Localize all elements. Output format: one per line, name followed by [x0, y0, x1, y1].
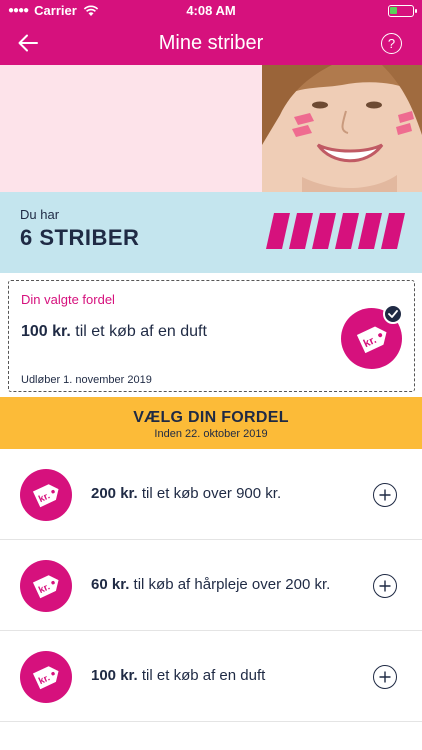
chosen-benefit-label: Din valgte fordel	[21, 292, 115, 307]
choose-benefit-header: VÆLG DIN FORDEL Inden 22. oktober 2019	[0, 397, 422, 449]
offer-row[interactable]: kr. 200 kr. til et køb over 900 kr.	[0, 449, 422, 540]
checkmark-icon	[383, 304, 403, 324]
status-bar: ●●●● Carrier 4:08 AM	[0, 0, 422, 22]
stripes-count: 6 STRIBER	[20, 225, 140, 250]
offer-text: 100 kr. til et køb af en duft	[91, 667, 265, 684]
navigation-bar: Mine striber ?	[0, 22, 422, 65]
offer-text: 60 kr. til køb af hårpleje over 200 kr.	[91, 576, 330, 593]
plus-icon	[379, 671, 391, 683]
offer-text: 200 kr. til et køb over 900 kr.	[91, 485, 281, 502]
add-offer-button[interactable]	[373, 574, 397, 598]
chosen-benefit-expiry: Udløber 1. november 2019	[21, 374, 152, 386]
stripe-mark	[312, 213, 336, 249]
price-tag-badge: kr.	[20, 560, 72, 612]
model-photo	[262, 65, 422, 192]
offer-amount: 60 kr.	[91, 576, 130, 593]
price-tag-icon: kr.	[32, 484, 59, 508]
question-mark-icon: ?	[387, 36, 396, 51]
clock: 4:08 AM	[186, 3, 236, 18]
stripe-mark	[335, 213, 359, 249]
offer-row[interactable]: kr. 60 kr. til køb af hårpleje over 200 …	[0, 540, 422, 631]
plus-icon	[379, 489, 391, 501]
price-tag-icon: kr.	[32, 666, 59, 690]
stripe-mark	[266, 213, 290, 249]
offer-row[interactable]: kr. 100 kr. til et køb af en duft	[0, 631, 422, 722]
help-button[interactable]: ?	[381, 33, 402, 54]
offer-amount: 100 kr.	[91, 667, 138, 684]
offer-description: til køb af hårpleje over 200 kr.	[133, 576, 331, 593]
stripes-summary: Du har 6 STRIBER	[0, 192, 422, 273]
price-tag-badge: kr.	[20, 469, 72, 521]
price-tag-badge: kr.	[20, 651, 72, 703]
stripe-mark	[358, 213, 382, 249]
stripe-mark	[289, 213, 313, 249]
offer-description: til et køb af en duft	[141, 667, 266, 684]
offer-description: til et køb over 900 kr.	[141, 485, 282, 502]
chosen-benefit-card[interactable]: Din valgte fordel 100 kr. til et køb af …	[8, 280, 415, 392]
choose-benefit-deadline: Inden 22. oktober 2019	[154, 428, 268, 440]
smiling-woman-image	[262, 65, 422, 192]
stripes-intro: Du har	[20, 207, 60, 222]
add-offer-button[interactable]	[373, 665, 397, 689]
price-tag-icon: kr.	[356, 326, 387, 353]
stripe-mark	[381, 213, 405, 249]
chosen-benefit-amount: 100 kr.	[21, 323, 71, 340]
chosen-benefit-description: til et køb af en duft	[75, 323, 207, 340]
chosen-benefit-text: 100 kr. til et køb af en duft	[21, 323, 207, 341]
plus-icon	[379, 580, 391, 592]
price-tag-icon: kr.	[32, 575, 59, 599]
hero-banner	[0, 65, 422, 192]
battery-icon	[388, 5, 417, 17]
offer-amount: 200 kr.	[91, 485, 138, 502]
page-title: Mine striber	[158, 32, 264, 54]
stripe-indicator-icon	[266, 213, 405, 249]
choose-benefit-title: VÆLG DIN FORDEL	[133, 409, 289, 426]
add-offer-button[interactable]	[373, 483, 397, 507]
